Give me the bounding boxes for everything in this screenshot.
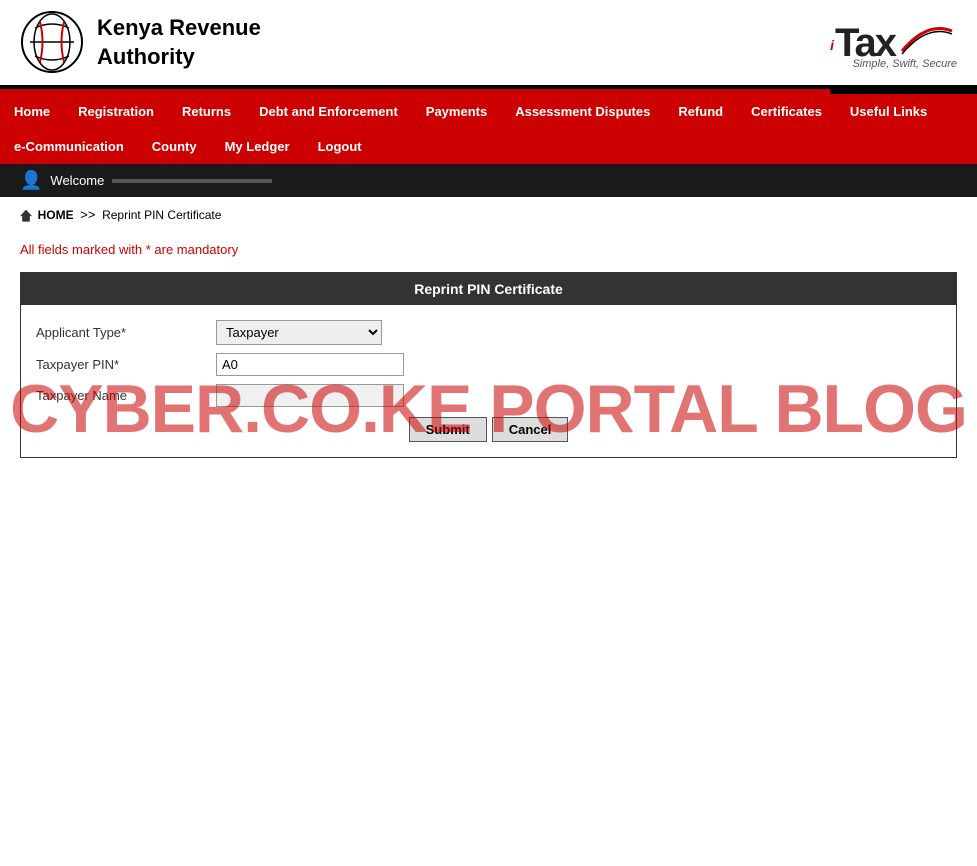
itax-tax-text: Tax: [835, 21, 895, 66]
nav-certificates[interactable]: Certificates: [737, 94, 836, 129]
nav-registration[interactable]: Registration: [64, 94, 168, 129]
applicant-type-row: Applicant Type* Taxpayer Tax Agent Admin…: [36, 320, 941, 345]
nav-county[interactable]: County: [138, 129, 211, 164]
nav-refund[interactable]: Refund: [664, 94, 737, 129]
cancel-button[interactable]: Cancel: [492, 417, 569, 442]
submit-button[interactable]: Submit: [409, 417, 487, 442]
kra-logo: [20, 10, 85, 75]
main-content: All fields marked with * are mandatory R…: [0, 232, 977, 468]
nav-home[interactable]: Home: [0, 94, 64, 129]
itax-i-dot: i: [830, 37, 834, 53]
nav-row-1: Home Registration Returns Debt and Enfor…: [0, 94, 977, 129]
itax-logo: i Tax Simple, Swift, Secure: [830, 16, 957, 70]
nav-debt[interactable]: Debt and Enforcement: [245, 94, 412, 129]
breadcrumb-home[interactable]: HOME: [38, 208, 74, 222]
taxpayer-pin-input[interactable]: [216, 353, 404, 376]
itax-swoosh-icon: [897, 16, 957, 56]
applicant-type-label: Applicant Type*: [36, 325, 216, 340]
kra-name-text: Kenya Revenue Authority: [97, 14, 261, 71]
nav-my-ledger[interactable]: My Ledger: [211, 129, 304, 164]
mandatory-note: All fields marked with * are mandatory: [20, 242, 957, 257]
taxpayer-name-input: [216, 384, 404, 407]
breadcrumb-separator: >>: [80, 207, 95, 222]
breadcrumb: HOME >> Reprint PIN Certificate: [0, 197, 977, 232]
nav-bar: Home Registration Returns Debt and Enfor…: [0, 94, 977, 164]
welcome-label: Welcome: [50, 173, 104, 188]
taxpayer-pin-label: Taxpayer PIN*: [36, 357, 216, 372]
applicant-type-select[interactable]: Taxpayer Tax Agent Administrator: [216, 320, 382, 345]
welcome-bar: 👤 Welcome: [0, 164, 977, 197]
taxpayer-pin-row: Taxpayer PIN*: [36, 353, 941, 376]
nav-row-2: e-Communication County My Ledger Logout: [0, 129, 977, 164]
nav-ecommunication[interactable]: e-Communication: [0, 129, 138, 164]
nav-useful-links[interactable]: Useful Links: [836, 94, 941, 129]
user-icon: 👤: [20, 170, 42, 191]
nav-disputes[interactable]: Assessment Disputes: [501, 94, 664, 129]
form-panel: Reprint PIN Certificate Applicant Type* …: [20, 272, 957, 458]
page-header: Kenya Revenue Authority i Tax Simple, Sw…: [0, 0, 977, 89]
form-body: Applicant Type* Taxpayer Tax Agent Admin…: [21, 305, 956, 457]
breadcrumb-current: Reprint PIN Certificate: [102, 208, 221, 222]
welcome-username: [112, 179, 272, 183]
form-buttons: Submit Cancel: [36, 417, 941, 442]
taxpayer-name-row: Taxpayer Name: [36, 384, 941, 407]
kra-name: Kenya Revenue Authority: [97, 14, 261, 71]
home-icon: [20, 210, 32, 222]
nav-payments[interactable]: Payments: [412, 94, 501, 129]
kra-branding: Kenya Revenue Authority: [20, 10, 261, 75]
taxpayer-name-label: Taxpayer Name: [36, 388, 216, 403]
nav-returns[interactable]: Returns: [168, 94, 245, 129]
nav-logout[interactable]: Logout: [304, 129, 376, 164]
form-panel-title: Reprint PIN Certificate: [21, 273, 956, 305]
